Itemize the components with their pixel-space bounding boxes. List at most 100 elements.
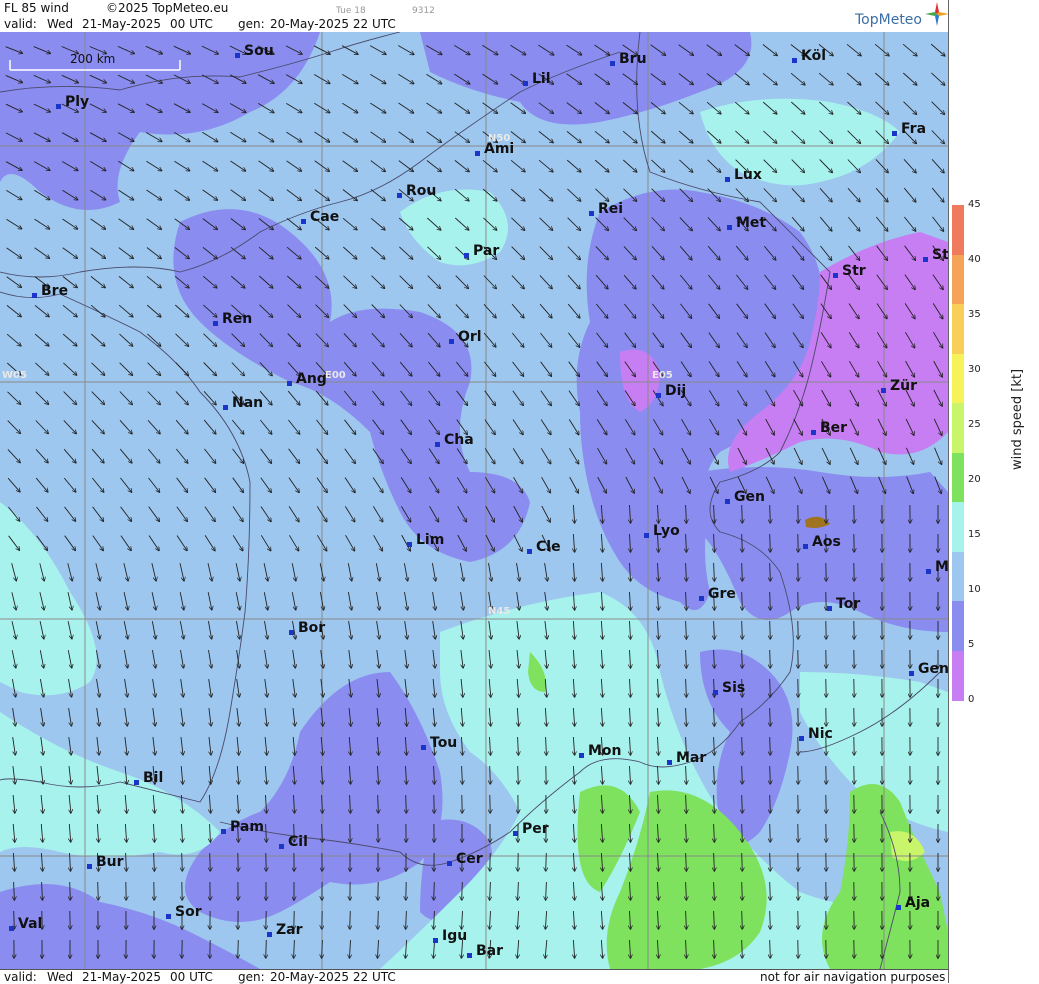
gen-label: gen: xyxy=(238,17,265,31)
logo-text: TopMeteo xyxy=(855,12,922,28)
city-label: Zar xyxy=(276,923,303,937)
map-canvas xyxy=(0,32,948,969)
city-label: Gen xyxy=(734,490,765,504)
disclaimer: not for air navigation purposes xyxy=(760,970,945,984)
city-label: Mar xyxy=(676,751,706,765)
city-label: Pam xyxy=(230,820,264,834)
compass-star-icon xyxy=(925,2,949,26)
valid-time: 00 UTC xyxy=(170,17,213,31)
city-label: Rei xyxy=(598,202,623,216)
legend-swatch xyxy=(952,304,964,354)
city-label: Cha xyxy=(444,433,474,447)
city-label: Cil xyxy=(288,835,308,849)
city-label: Aja xyxy=(905,896,930,910)
city-label: Gen xyxy=(918,662,948,676)
footer-valid-date: 21-May-2025 xyxy=(82,970,161,984)
valid-date: 21-May-2025 xyxy=(82,17,161,31)
city-label: Lil xyxy=(532,72,551,86)
footer-gen-label: gen: xyxy=(238,970,265,984)
valid-day: Wed xyxy=(47,17,73,31)
city-label: Cer xyxy=(456,852,483,866)
city-label: Bru xyxy=(619,52,647,66)
legend-tick-label: 20 xyxy=(968,475,981,485)
city-label: Str xyxy=(842,264,866,278)
city-label: Tor xyxy=(836,597,860,611)
city-label: Ren xyxy=(222,312,252,326)
footer-valid-label: valid: xyxy=(4,970,37,984)
city-label: Aos xyxy=(812,535,841,549)
city-label: Dij xyxy=(665,384,686,398)
city-label: Nan xyxy=(232,396,263,410)
city-label: Mon xyxy=(588,744,622,758)
city-label: Lux xyxy=(734,168,762,182)
legend-swatch xyxy=(952,354,964,404)
city-label: Bar xyxy=(476,944,503,958)
legend-tick-label: 15 xyxy=(968,530,981,540)
legend-swatch xyxy=(952,552,964,602)
city-label: Gre xyxy=(708,587,736,601)
city-label: Ami xyxy=(484,142,514,156)
city-label: Ang xyxy=(296,372,327,386)
city-label: Fra xyxy=(901,122,926,136)
legend-tick-label: 10 xyxy=(968,585,981,595)
small-day: Tue 18 xyxy=(336,4,366,18)
city-label: Köl xyxy=(801,49,826,63)
footer-valid-day: Wed xyxy=(47,970,73,984)
grid-label-w05: W05 xyxy=(2,370,27,381)
legend-swatch xyxy=(952,205,964,255)
footer-valid-time: 00 UTC xyxy=(170,970,213,984)
gen-value: 20-May-2025 22 UTC xyxy=(270,17,396,31)
legend-tick-label: 30 xyxy=(968,365,981,375)
footer: valid: Wed 21-May-2025 00 UTC gen: 20-Ma… xyxy=(0,969,948,984)
legend-tick-label: 5 xyxy=(968,640,974,650)
city-label: Bor xyxy=(298,621,325,635)
grid-label-e05: E05 xyxy=(652,370,673,381)
legend-swatch xyxy=(952,651,964,701)
grid-label-e00: E00 xyxy=(325,370,346,381)
legend-label: wind speed [kt] xyxy=(1010,369,1025,470)
wind-map: 200 km N50 N45 W05 E00 E05 SouLilBruKölP… xyxy=(0,32,948,969)
legend-swatch xyxy=(952,453,964,503)
city-label: Cae xyxy=(310,210,339,224)
city-label: Lyo xyxy=(653,524,680,538)
city-label: Mil xyxy=(935,560,948,574)
legend-swatch xyxy=(952,403,964,453)
legend-tick-label: 45 xyxy=(968,200,981,210)
city-label: Per xyxy=(522,822,549,836)
legend-swatch xyxy=(952,255,964,305)
city-label: Bur xyxy=(96,855,124,869)
legend-swatch xyxy=(952,502,964,552)
city-label: Rou xyxy=(406,184,436,198)
city-label: Met xyxy=(736,216,766,230)
copyright: ©2025 TopMeteo.eu xyxy=(106,1,228,15)
city-label: Orl xyxy=(458,330,482,344)
city-label: Ply xyxy=(65,95,89,109)
color-legend-bar xyxy=(952,205,964,700)
city-label: Zür xyxy=(890,379,917,393)
city-label: Sis xyxy=(722,681,745,695)
valid-label: valid: xyxy=(4,17,37,31)
legend-swatch xyxy=(952,601,964,651)
product-title: FL 85 wind xyxy=(4,1,69,15)
legend-tick-label: 35 xyxy=(968,310,981,320)
city-label: Tou xyxy=(430,736,457,750)
city-label: Val xyxy=(18,917,42,931)
city-label: Igu xyxy=(442,929,467,943)
city-label: Bre xyxy=(41,284,68,298)
legend-tick-label: 25 xyxy=(968,420,981,430)
legend-tick-label: 0 xyxy=(968,695,974,705)
city-label: Par xyxy=(473,244,499,258)
city-label: Stu xyxy=(932,248,948,262)
legend-tick-label: 40 xyxy=(968,255,981,265)
grid-label-n45: N45 xyxy=(488,606,510,617)
city-label: Bil xyxy=(143,771,163,785)
city-label: Cle xyxy=(536,540,561,554)
city-label: Nic xyxy=(808,727,833,741)
city-label: Lim xyxy=(416,533,444,547)
header: FL 85 wind ©2025 TopMeteo.eu Tue 18 9312… xyxy=(0,0,948,32)
city-label: Sou xyxy=(244,44,274,58)
city-label: Ber xyxy=(820,421,847,435)
footer-gen-value: 20-May-2025 22 UTC xyxy=(270,970,396,984)
wind-speed-field xyxy=(0,32,948,969)
scale-bar-label: 200 km xyxy=(70,52,115,66)
